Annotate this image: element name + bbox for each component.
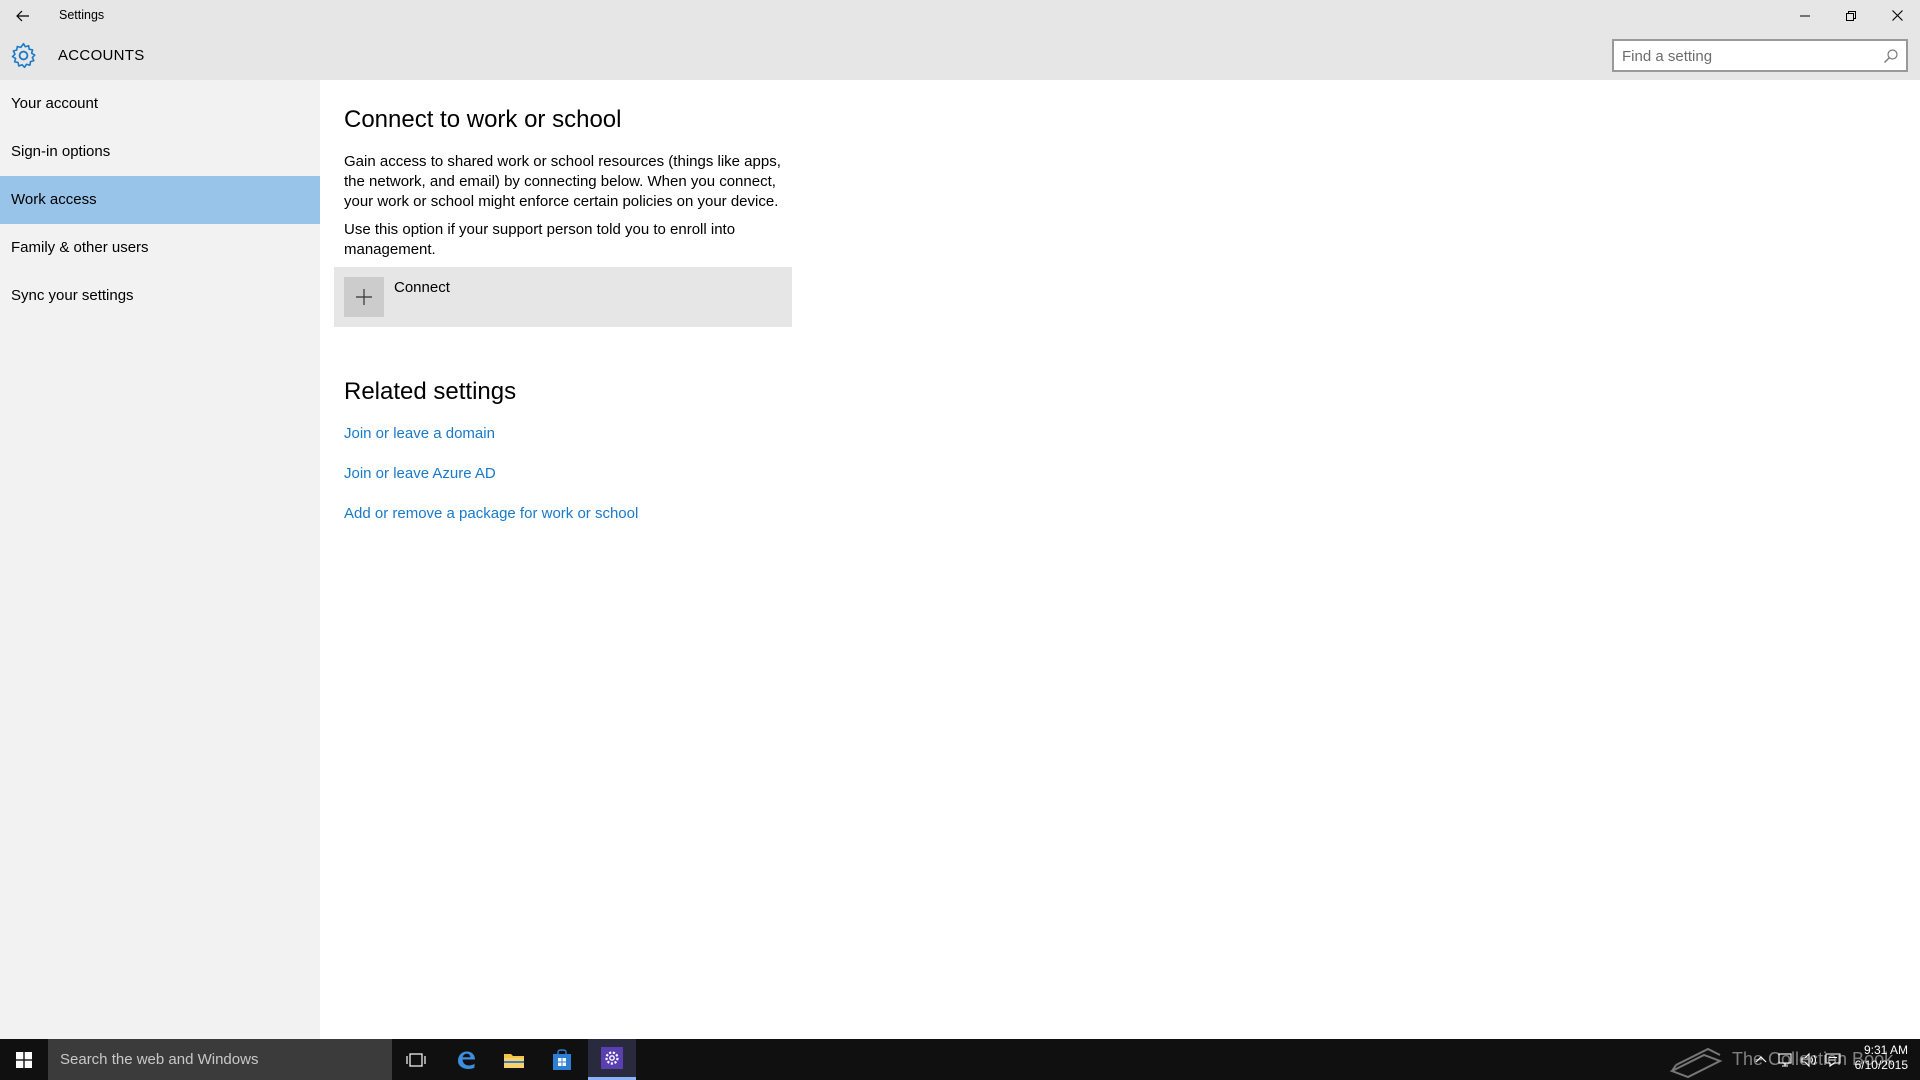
join-leave-azure-ad-link[interactable]: Join or leave Azure AD — [344, 465, 496, 482]
search-icon[interactable] — [1882, 47, 1900, 65]
taskbar: Search the web and Windows The Collectio… — [0, 1039, 1920, 1080]
sidebar: Your account Sign-in options Work access… — [0, 80, 320, 1039]
action-center-icon[interactable] — [1824, 1051, 1842, 1069]
main-content: Connect to work or school Gain access to… — [320, 80, 1920, 1039]
search-input[interactable] — [1622, 46, 1872, 66]
minimize-icon — [1800, 15, 1810, 16]
sidebar-item-family-other-users[interactable]: Family & other users — [0, 224, 320, 272]
gear-icon — [11, 42, 36, 69]
taskbar-search-placeholder: Search the web and Windows — [60, 1051, 259, 1068]
start-button[interactable] — [0, 1039, 48, 1080]
connect-label: Connect — [394, 279, 450, 296]
restore-button[interactable] — [1828, 0, 1874, 31]
volume-icon[interactable] — [1800, 1051, 1818, 1069]
join-leave-domain-link[interactable]: Join or leave a domain — [344, 425, 495, 442]
back-button[interactable] — [0, 0, 46, 31]
chevron-up-icon[interactable] — [1752, 1051, 1770, 1069]
file-explorer-button[interactable] — [490, 1039, 538, 1080]
book-icon — [1669, 1047, 1723, 1079]
close-button[interactable] — [1874, 0, 1920, 31]
sidebar-item-label: Family & other users — [11, 239, 149, 256]
edge-browser-button[interactable] — [442, 1039, 490, 1080]
find-setting-search[interactable] — [1612, 39, 1908, 72]
taskbar-clock[interactable]: 9:31 AM 6/10/2015 — [1848, 1043, 1908, 1073]
task-view-button[interactable] — [392, 1039, 440, 1080]
restore-icon — [1846, 10, 1856, 21]
enroll-note: Use this option if your support person t… — [344, 221, 736, 258]
section-heading: Connect to work or school — [344, 106, 622, 133]
taskbar-search-box[interactable]: Search the web and Windows — [48, 1039, 392, 1080]
sidebar-item-label: Your account — [11, 95, 99, 112]
page-title: ACCOUNTS — [58, 47, 145, 64]
window-title: Settings — [59, 8, 105, 22]
clock-time: 9:31 AM — [1863, 1043, 1908, 1057]
close-icon — [1891, 10, 1903, 21]
sidebar-item-label: Sign-in options — [11, 143, 111, 160]
page-header: ACCOUNTS — [0, 31, 1920, 80]
sidebar-item-sign-in-options[interactable]: Sign-in options — [0, 128, 320, 176]
edge-icon — [458, 1051, 475, 1069]
task-view-icon — [406, 1052, 426, 1067]
title-bar: Settings — [0, 0, 1920, 31]
related-settings-heading: Related settings — [344, 378, 517, 405]
windows-logo-icon — [16, 1051, 32, 1068]
sidebar-item-label: Sync your settings — [11, 287, 134, 304]
plus-icon — [356, 289, 372, 305]
store-icon — [553, 1048, 571, 1070]
folder-icon — [504, 1053, 524, 1068]
sidebar-item-label: Work access — [11, 191, 97, 208]
clock-date: 6/10/2015 — [1854, 1058, 1908, 1072]
settings-taskbar-button[interactable] — [588, 1039, 636, 1080]
network-icon[interactable] — [1776, 1051, 1794, 1069]
store-button[interactable] — [538, 1039, 586, 1080]
connect-button[interactable]: Connect — [334, 267, 792, 327]
sidebar-item-sync-settings[interactable]: Sync your settings — [0, 272, 320, 320]
settings-gear-icon — [601, 1047, 623, 1069]
sidebar-item-work-access[interactable]: Work access — [0, 176, 320, 224]
add-remove-package-link[interactable]: Add or remove a package for work or scho… — [344, 505, 638, 522]
section-description: Gain access to shared work or school res… — [344, 153, 781, 210]
minimize-button[interactable] — [1782, 0, 1828, 31]
plus-icon-tile — [344, 277, 384, 317]
back-arrow-icon — [16, 10, 29, 21]
sidebar-item-your-account[interactable]: Your account — [0, 80, 320, 128]
